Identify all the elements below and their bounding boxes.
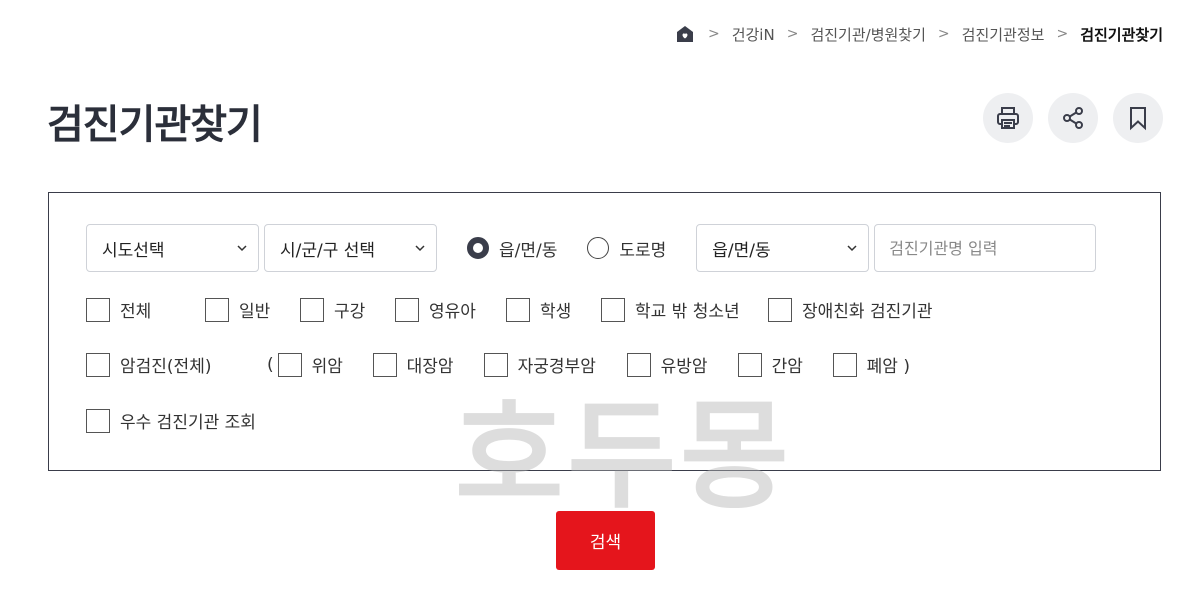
- share-icon: [1063, 107, 1083, 129]
- search-button[interactable]: 검색: [556, 511, 655, 570]
- checkbox-icon: [506, 297, 530, 322]
- radio-road-label: 도로명: [619, 240, 667, 261]
- check-liver-cancer[interactable]: 간암: [737, 352, 833, 377]
- radio-road[interactable]: 도로명: [587, 236, 666, 261]
- check-disability-friendly[interactable]: 장애친화 검진기관: [768, 297, 933, 322]
- bookmark-icon: [1130, 107, 1146, 131]
- location-filter-row: 시도선택 시/군/구 선택 읍/면/동 도로명 읍/면/동: [86, 224, 1097, 272]
- breadcrumb: > 건강iN > 검진기관/병원찾기 > 검진기관정보 > 검진기관찾기: [674, 23, 1163, 45]
- check-colon-cancer[interactable]: 대장암: [372, 352, 484, 377]
- breadcrumb-item-health[interactable]: 건강iN: [732, 24, 775, 45]
- checkup-type-row: 전체 일반 구강 영유아 학생 학교 밖 청소년 장애친화 검진기관: [86, 297, 933, 322]
- breadcrumb-separator-icon: >: [1056, 26, 1069, 42]
- check-cervical-cancer[interactable]: 자궁경부암: [483, 352, 627, 377]
- check-label: 구강: [334, 302, 366, 322]
- check-label: 대장암: [406, 357, 454, 377]
- emd-select-value: 읍/면/동: [712, 240, 771, 261]
- checkbox-icon: [768, 297, 792, 322]
- check-cancer-all[interactable]: 암검진(전체): [86, 352, 267, 377]
- breadcrumb-separator-icon: >: [786, 26, 799, 42]
- check-label: 학교 밖 청소년: [635, 302, 740, 322]
- sigungu-select[interactable]: 시/군/구 선택: [264, 224, 437, 272]
- check-label: 전체: [120, 302, 152, 322]
- checkbox-icon: [86, 352, 110, 377]
- print-icon: [997, 107, 1019, 129]
- checkbox-icon: [601, 297, 625, 322]
- breadcrumb-separator-icon: >: [937, 26, 950, 42]
- checkbox-icon: [205, 297, 229, 322]
- checkbox-icon: [277, 352, 302, 377]
- check-label: 일반: [239, 302, 271, 322]
- radio-unchecked-icon: [587, 237, 610, 259]
- check-label: 우수 검진기관 조회: [120, 413, 256, 433]
- check-infant[interactable]: 영유아: [395, 297, 506, 322]
- chevron-down-icon: [415, 245, 425, 252]
- checkbox-icon: [86, 297, 110, 322]
- check-all[interactable]: 전체: [86, 297, 205, 322]
- institution-name-input[interactable]: [874, 224, 1097, 272]
- check-general[interactable]: 일반: [205, 297, 300, 322]
- search-filter-panel: 시도선택 시/군/구 선택 읍/면/동 도로명 읍/면/동 전체 일반 구강 영…: [48, 192, 1161, 471]
- bookmark-button[interactable]: [1113, 93, 1163, 143]
- open-paren: (: [267, 354, 274, 375]
- check-label: 영유아: [429, 302, 476, 322]
- sido-select[interactable]: 시도선택: [86, 224, 259, 272]
- check-label: 자궁경부암: [517, 357, 596, 377]
- check-out-of-school-youth[interactable]: 학교 밖 청소년: [601, 297, 768, 322]
- cancer-check-row: 암검진(전체) ( 위암 대장암 자궁경부암 유방암 간암 폐암 ): [86, 352, 910, 377]
- check-label: 폐암 ): [866, 357, 910, 377]
- sigungu-select-value: 시/군/구 선택: [280, 240, 376, 261]
- radio-checked-icon: [467, 237, 489, 259]
- home-icon[interactable]: [674, 23, 696, 45]
- check-label: 암검진(전체): [120, 357, 212, 377]
- check-breast-cancer[interactable]: 유방암: [626, 352, 738, 377]
- checkbox-icon: [86, 408, 110, 433]
- check-label: 유방암: [660, 357, 708, 377]
- checkbox-icon: [626, 352, 651, 377]
- sido-select-value: 시도선택: [102, 240, 165, 261]
- emd-select[interactable]: 읍/면/동: [696, 224, 870, 272]
- checkbox-icon: [395, 297, 419, 322]
- page-title: 검진기관찾기: [47, 102, 263, 148]
- check-stomach-cancer[interactable]: 위암: [277, 352, 373, 377]
- breadcrumb-item-hospital-search[interactable]: 검진기관/병원찾기: [810, 24, 925, 45]
- check-oral[interactable]: 구강: [300, 297, 395, 322]
- breadcrumb-current: 검진기관찾기: [1080, 25, 1163, 44]
- breadcrumb-separator-icon: >: [707, 26, 720, 42]
- checkbox-icon: [832, 352, 857, 377]
- check-student[interactable]: 학생: [506, 297, 601, 322]
- radio-emd[interactable]: 읍/면/동: [467, 236, 557, 261]
- check-label: 장애친화 검진기관: [802, 302, 933, 322]
- check-label: 학생: [540, 302, 572, 322]
- breadcrumb-item-checkup-info[interactable]: 검진기관정보: [962, 24, 1045, 45]
- radio-emd-label: 읍/면/동: [499, 240, 558, 261]
- page-actions: [983, 93, 1163, 143]
- checkbox-icon: [483, 352, 508, 377]
- excellent-check-row: 우수 검진기관 조회: [86, 408, 256, 433]
- checkbox-icon: [300, 297, 324, 322]
- checkbox-icon: [737, 352, 762, 377]
- print-button[interactable]: [983, 93, 1033, 143]
- check-label: 위암: [311, 357, 343, 377]
- check-lung-cancer[interactable]: 폐암 ): [832, 352, 910, 377]
- share-button[interactable]: [1048, 93, 1098, 143]
- check-excellent-institution[interactable]: 우수 검진기관 조회: [86, 408, 256, 433]
- checkbox-icon: [372, 352, 397, 377]
- chevron-down-icon: [237, 245, 247, 252]
- chevron-down-icon: [847, 245, 857, 252]
- check-label: 간암: [771, 357, 803, 377]
